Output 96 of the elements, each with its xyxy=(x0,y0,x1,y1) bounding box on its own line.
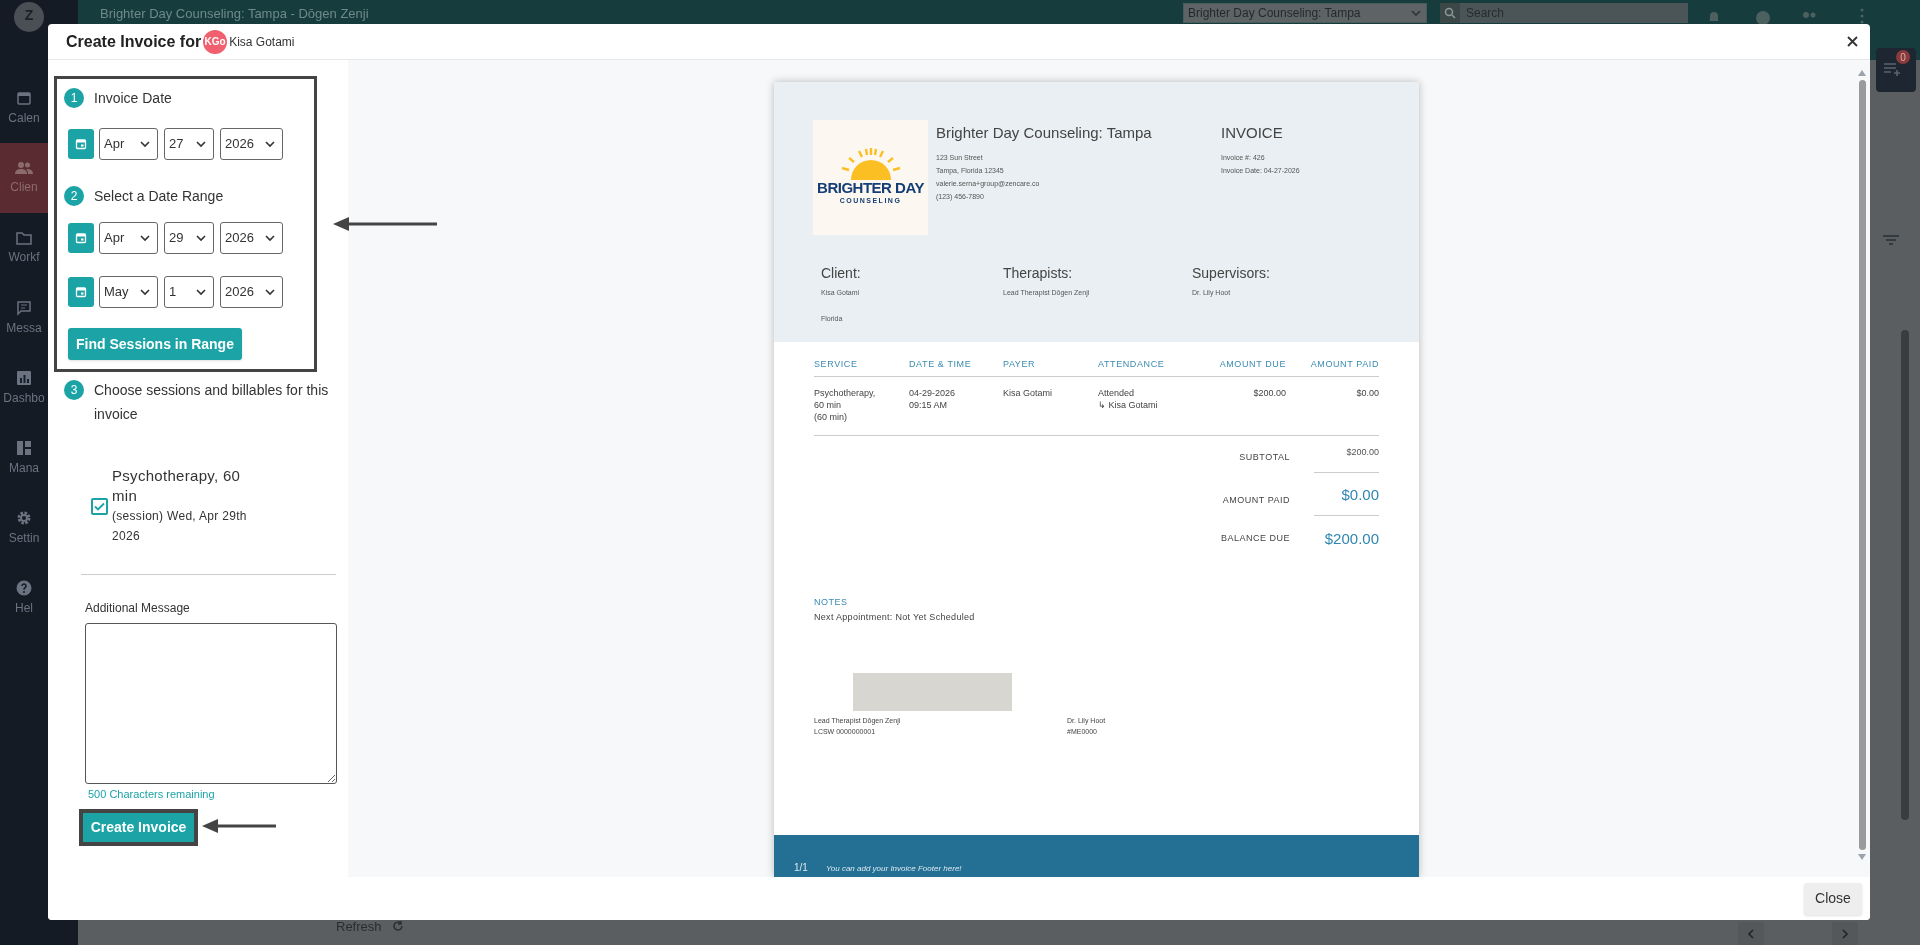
column-header: PAYER xyxy=(1003,358,1037,371)
arrow-icon xyxy=(333,217,437,231)
year-select[interactable]: 2026 xyxy=(220,276,283,308)
chevron-down-icon xyxy=(264,138,276,150)
total-value: $200.00 xyxy=(1323,529,1379,548)
party-heading: Supervisors: xyxy=(1192,264,1271,283)
table-cell-text: Attended ↳ Kisa Gotami xyxy=(1098,386,1159,412)
client-name: Kisa Gotami xyxy=(229,33,295,51)
month-select[interactable]: May xyxy=(99,276,158,308)
chevron-down-icon xyxy=(264,232,276,244)
year-select[interactable]: 2026 xyxy=(220,128,283,160)
logo-text: BRIGHTER DAY xyxy=(817,180,924,197)
table-cell-text: Psychotherapy, 60 min (60 min) xyxy=(814,386,877,423)
page-number: 1/1 xyxy=(794,861,808,875)
notes-heading: NOTES xyxy=(814,595,849,609)
chevron-down-icon xyxy=(195,286,207,298)
calendar-icon xyxy=(75,138,87,150)
day-select[interactable]: 29 xyxy=(164,222,214,254)
year-select[interactable]: 2026 xyxy=(220,222,283,254)
filter-icon[interactable] xyxy=(1883,235,1899,245)
calendar-icon xyxy=(16,89,32,106)
scroll-up-icon xyxy=(1858,70,1866,76)
next-page-button[interactable] xyxy=(1832,922,1858,945)
location-select[interactable]: Brighter Day Counseling: Tampa xyxy=(1183,3,1427,23)
table-cell-text: Kisa Gotami xyxy=(1003,386,1054,400)
session-title: Psychotherapy, 60 min xyxy=(112,466,242,506)
scrollbar[interactable] xyxy=(1901,330,1909,820)
previous-page-button[interactable] xyxy=(1738,922,1764,945)
arrow-icon xyxy=(202,819,276,833)
characters-remaining: 500 Characters remaining xyxy=(87,787,216,802)
dialog-title: Create Invoice for xyxy=(66,31,202,52)
party-heading: Client: xyxy=(821,264,862,283)
party-heading: Therapists: xyxy=(1003,264,1074,283)
chevron-left-icon xyxy=(1747,928,1755,939)
column-header: SERVICE xyxy=(814,358,859,371)
calendar-button[interactable] xyxy=(68,277,94,307)
bell-icon[interactable] xyxy=(1708,10,1720,24)
step-number: 3 xyxy=(64,380,84,400)
client-avatar: KGo xyxy=(203,29,228,54)
practice-name: Brighter Day Counseling: Tampa xyxy=(936,123,1153,143)
month-select[interactable]: Apr xyxy=(99,222,158,254)
total-label: AMOUNT PAID xyxy=(1222,494,1290,508)
month-select[interactable]: Apr xyxy=(99,128,158,160)
calendar-icon xyxy=(75,286,87,298)
refresh-icon[interactable] xyxy=(392,920,404,932)
chevron-down-icon xyxy=(195,138,207,150)
chevron-down-icon xyxy=(1410,7,1422,19)
message-field[interactable] xyxy=(85,623,337,784)
day-select[interactable]: 1 xyxy=(164,276,214,308)
step-number: 1 xyxy=(64,88,84,108)
close-button[interactable]: Close xyxy=(1804,882,1862,915)
column-header: AMOUNT DUE xyxy=(1218,358,1286,371)
message-label: Additional Message xyxy=(85,600,191,617)
table-cell-text: $0.00 xyxy=(1355,386,1379,400)
bar-chart-icon xyxy=(16,369,32,386)
step-label: Choose sessions and billables for this invoice xyxy=(94,381,330,424)
table-cell-text: 04-29-2026 09:15 AM xyxy=(909,386,957,412)
session-detail: (session) Wed, Apr 29th 2026 xyxy=(112,508,248,545)
invoice-title: INVOICE xyxy=(1221,123,1284,143)
calendar-button[interactable] xyxy=(68,129,94,159)
chevron-down-icon xyxy=(139,232,151,244)
total-value: $0.00 xyxy=(1314,486,1379,516)
message-icon xyxy=(16,299,32,316)
step-label: Invoice Date xyxy=(94,89,172,108)
page-title: Brighter Day Counseling: Tampa - Dōgen Zenji xyxy=(100,5,369,23)
more-icon[interactable] xyxy=(1860,8,1864,24)
session-checkbox[interactable] xyxy=(91,497,108,515)
calendar-icon xyxy=(75,232,87,244)
chevron-down-icon xyxy=(139,138,151,150)
calendar-button[interactable] xyxy=(68,223,94,253)
search-icon xyxy=(1444,7,1456,19)
checkmark-icon xyxy=(94,501,105,511)
chevron-down-icon xyxy=(139,286,151,298)
invoice-footer-text: You can add your Invoice Footer here! xyxy=(825,863,962,875)
step-label: Select a Date Range xyxy=(94,187,224,206)
table-cell-text: $200.00 xyxy=(1252,386,1286,400)
folder-icon xyxy=(16,230,32,245)
add-list-icon[interactable] xyxy=(1884,62,1902,76)
total-label: BALANCE DUE xyxy=(1220,531,1290,545)
scroll-down-icon xyxy=(1858,854,1866,860)
chevron-right-icon xyxy=(1841,928,1849,939)
create-invoice-button[interactable]: Create Invoice xyxy=(79,808,198,846)
column-header: ATTENDANCE xyxy=(1098,358,1166,371)
total-value: $200.00 xyxy=(1314,443,1379,473)
dashboard-icon xyxy=(16,439,32,456)
day-select[interactable]: 27 xyxy=(164,128,214,160)
step-number: 2 xyxy=(64,186,84,206)
total-label: SUBTOTAL xyxy=(1239,451,1290,465)
gear-icon xyxy=(16,509,32,526)
column-header: AMOUNT PAID xyxy=(1309,358,1379,371)
column-header: DATE & TIME xyxy=(909,358,973,371)
close-icon[interactable] xyxy=(1847,36,1858,47)
notes-text: Next Appointment: Not Yet Scheduled xyxy=(814,611,976,624)
chevron-down-icon xyxy=(264,286,276,298)
find-sessions-button[interactable]: Find Sessions in Range xyxy=(68,328,242,360)
chevron-down-icon xyxy=(195,232,207,244)
